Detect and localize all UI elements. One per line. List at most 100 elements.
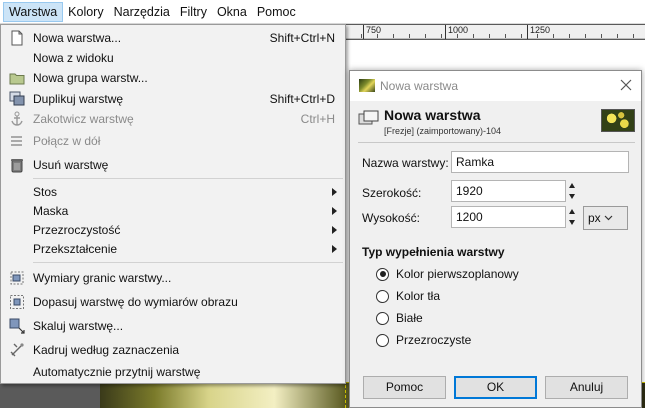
radio-button[interactable] [376, 289, 389, 303]
horizontal-ruler[interactable]: 750 1000 1250 [345, 25, 645, 39]
scale-layer-icon [9, 318, 25, 334]
menu-item-anchor-layer[interactable]: Zakotwicz warstwę Ctrl+H [1, 109, 345, 129]
ok-button[interactable]: OK [454, 376, 537, 399]
ruler-minor-tick [377, 34, 378, 38]
menu-okna[interactable]: Okna [212, 2, 252, 22]
ruler-minor-tick [441, 34, 442, 38]
ruler-minor-tick [537, 34, 538, 38]
radio-label: Białe [396, 311, 423, 325]
menu-item-layer-boundary-size[interactable]: Wymiary granic warstwy... [1, 268, 345, 288]
radio-button[interactable] [376, 311, 389, 325]
menu-item-label: Wymiary granic warstwy... [33, 271, 172, 285]
fill-option-background[interactable]: Kolor tła [376, 287, 440, 305]
menubar: Warstwa Kolory Narzędzia Filtry Okna Pom… [0, 0, 645, 24]
unit-select-value: px [588, 211, 601, 225]
ruler-label: 750 [363, 25, 381, 39]
width-input[interactable]: 1920 [451, 180, 566, 202]
submenu-arrow-icon [332, 188, 337, 196]
fill-option-transparent[interactable]: Przezroczyste [376, 331, 471, 349]
menu-item-label: Przezroczystość [33, 223, 121, 237]
ruler-minor-tick [505, 34, 506, 38]
menu-item-merge-down[interactable]: Połącz w dół [1, 131, 345, 151]
radio-button[interactable] [376, 267, 389, 281]
menu-item-delete-layer[interactable]: Usuń warstwę [1, 155, 345, 175]
radio-label: Przezroczyste [396, 333, 472, 347]
ruler-minor-tick [489, 34, 490, 38]
help-button[interactable]: Pomoc [363, 376, 446, 399]
height-label: Wysokość: [362, 211, 420, 225]
dialog-titlebar[interactable]: Nowa warstwa [350, 71, 641, 101]
ruler-minor-tick [361, 34, 362, 38]
menu-item-scale-layer[interactable]: Skaluj warstwę... [1, 316, 345, 336]
menu-filtry[interactable]: Filtry [175, 2, 212, 22]
height-input[interactable]: 1200 [451, 206, 566, 228]
menu-item-label: Przekształcenie [33, 242, 118, 256]
ruler-minor-tick [569, 34, 570, 38]
ruler-minor-tick [617, 34, 618, 38]
menu-item-shortcut: Shift+Ctrl+D [269, 92, 335, 106]
menu-item-mask[interactable]: Maska [1, 201, 345, 221]
radio-label: Kolor tła [396, 289, 441, 303]
menu-item-crop-to-selection[interactable]: Kadruj według zaznaczenia [1, 340, 345, 360]
menu-pomoc[interactable]: Pomoc [252, 2, 301, 22]
menu-kolory[interactable]: Kolory [63, 2, 108, 22]
menu-item-duplicate-layer[interactable]: Duplikuj warstwę Shift+Ctrl+D [1, 89, 345, 109]
radio-button[interactable] [376, 333, 389, 347]
menu-item-transparency[interactable]: Przezroczystość [1, 220, 345, 240]
menu-item-stack[interactable]: Stos [1, 182, 345, 202]
chevron-down-icon [604, 215, 613, 221]
anchor-icon [9, 111, 25, 127]
menu-narzedzia[interactable]: Narzędzia [109, 2, 175, 22]
height-spinner[interactable] [568, 206, 577, 228]
menu-item-shortcut: Ctrl+H [300, 112, 335, 126]
menu-item-label: Usuń warstwę [33, 158, 109, 172]
menu-item-label: Nowa warstwa... [33, 31, 122, 45]
menu-item-label: Dopasuj warstwę do wymiarów obrazu [33, 295, 238, 309]
close-icon[interactable] [618, 77, 634, 93]
width-label: Szerokość: [362, 186, 422, 200]
menu-item-label: Nowa grupa warstw... [33, 71, 148, 85]
folder-icon [9, 70, 25, 86]
ruler-label: 1250 [527, 25, 550, 39]
menu-item-label: Kadruj według zaznaczenia [33, 343, 180, 357]
fill-type-heading: Typ wypełnienia warstwy [362, 245, 505, 259]
width-spinner[interactable] [568, 180, 577, 202]
ruler-minor-tick [553, 34, 554, 38]
dialog-window-title: Nowa warstwa [380, 79, 459, 93]
menu-item-label: Duplikuj warstwę [33, 92, 124, 106]
image-thumbnail [601, 109, 635, 132]
menu-item-autocrop-layer[interactable]: Automatycznie przytnij warstwę [1, 362, 345, 382]
fill-option-white[interactable]: Białe [376, 309, 423, 327]
menu-item-new-layer[interactable]: Nowa warstwa... Shift+Ctrl+N [1, 28, 345, 48]
ruler-minor-tick [585, 34, 586, 38]
cancel-button[interactable]: Anuluj [545, 376, 628, 399]
ruler-minor-tick [521, 34, 522, 38]
menu-item-label: Zakotwicz warstwę [33, 112, 134, 126]
ruler-minor-tick [425, 34, 426, 38]
divider [358, 142, 635, 143]
menu-item-label: Skaluj warstwę... [33, 319, 124, 333]
menu-item-new-from-visible[interactable]: Nowa z widoku [1, 48, 345, 68]
dialog-header-subtitle: [Frezje] (zaimportowany)-104 [384, 126, 502, 136]
menu-item-layer-to-image-size[interactable]: Dopasuj warstwę do wymiarów obrazu [1, 292, 345, 312]
merge-down-icon [9, 133, 25, 149]
menu-item-label: Automatycznie przytnij warstwę [33, 365, 201, 379]
new-layer-dialog: Nowa warstwa Nowa warstwa [Frezje] (zaim… [349, 70, 642, 408]
unit-select[interactable]: px [583, 206, 628, 230]
new-layer-icon [9, 30, 25, 46]
menu-item-new-layer-group[interactable]: Nowa grupa warstw... [1, 68, 345, 88]
submenu-arrow-icon [332, 245, 337, 253]
menu-item-transform[interactable]: Przekształcenie [1, 239, 345, 259]
new-layer-icon [358, 110, 380, 128]
menu-item-label: Stos [33, 185, 58, 199]
layer-name-input[interactable]: Ramka [451, 151, 629, 173]
menu-item-shortcut: Shift+Ctrl+N [269, 31, 335, 45]
menu-item-label: Nowa z widoku [33, 51, 114, 65]
menu-separator [33, 262, 343, 263]
menu-warstwa[interactable]: Warstwa [3, 1, 64, 22]
layer-boundary-icon [9, 270, 25, 286]
radio-label: Kolor pierwszoplanowy [396, 267, 519, 281]
fill-option-foreground[interactable]: Kolor pierwszoplanowy [376, 265, 519, 283]
layer-to-image-icon [9, 294, 25, 310]
ruler-minor-tick [409, 34, 410, 38]
